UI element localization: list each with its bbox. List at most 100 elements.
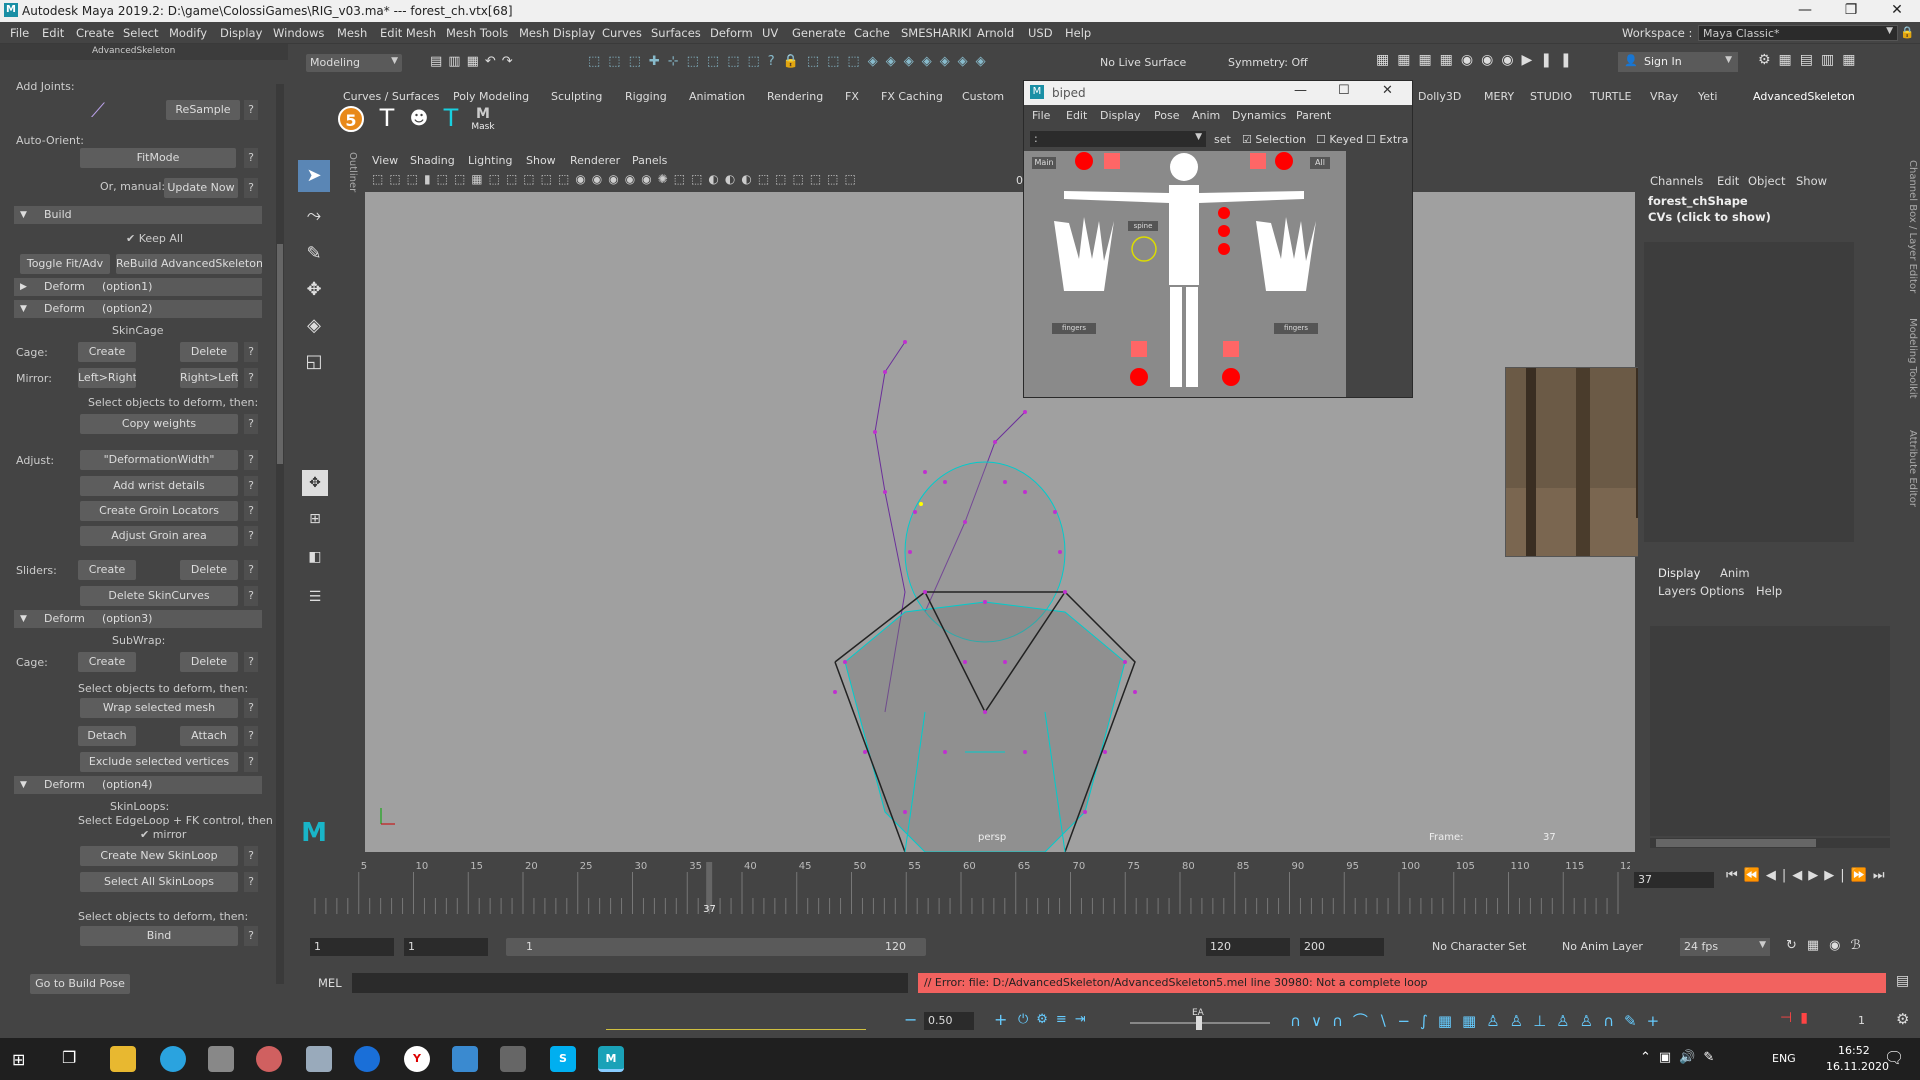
notification-icon[interactable]: 🗨 [1884, 1048, 1904, 1067]
channel-tab-channels[interactable]: Channels [1650, 174, 1703, 188]
shelf-tab-sculpting[interactable]: Sculpting [551, 90, 602, 103]
biped-menu-file[interactable]: File [1032, 109, 1050, 122]
minus-icon[interactable]: − [904, 1010, 917, 1029]
rotate-tool-icon[interactable]: ◈ [298, 310, 330, 342]
joint-tool-icon[interactable]: ⟋ [86, 98, 110, 122]
range-extra-icons[interactable]: ↻▦◉ℬ [1786, 938, 1916, 956]
update-now-button[interactable]: Update Now [164, 178, 238, 198]
subwrap-help-button[interactable]: ? [244, 652, 258, 672]
menu-windows[interactable]: Windows [273, 26, 324, 40]
viewport-menu-view[interactable]: View [372, 154, 398, 167]
biped-fingers-right-button[interactable]: fingers [1274, 323, 1318, 334]
layer-menu-layers[interactable]: Layers [1658, 584, 1696, 598]
mask-icon[interactable]: M Mask [470, 106, 496, 134]
menu-modify[interactable]: Modify [169, 26, 207, 40]
symmetry-field[interactable]: Symmetry: Off [1228, 54, 1338, 72]
side-tab-channel-box[interactable]: Channel Box / Layer Editor [1902, 160, 1918, 300]
adjust-groin-help-button[interactable]: ? [244, 526, 258, 546]
deformation-width-button[interactable]: "DeformationWidth" [80, 450, 238, 470]
right-left-button[interactable]: Right>Left [180, 368, 238, 388]
biped-fingers-left-button[interactable]: fingers [1052, 323, 1096, 334]
biped-keyed-checkbox[interactable]: ☐ Keyed [1316, 133, 1363, 146]
resample-help-button[interactable]: ? [244, 100, 258, 120]
ea-slider-thumb[interactable] [1196, 1016, 1202, 1030]
go-to-build-pose-button[interactable]: Go to Build Pose [30, 974, 130, 994]
menu-deform[interactable]: Deform [710, 26, 753, 40]
viewport-icon-bar[interactable]: ⬚⬚⬚▮⬚⬚▦⬚⬚⬚⬚⬚◉◉◉◉◉✺⬚⬚◐◐◐⬚⬚⬚⬚⬚⬚ [372, 172, 1012, 190]
menu-display[interactable]: Display [220, 26, 262, 40]
telegram-icon[interactable] [160, 1046, 186, 1072]
biped-ctrl-cross-1[interactable] [1104, 153, 1120, 169]
shelf-tab-curves-surfaces[interactable]: Curves / Surfaces [343, 90, 440, 103]
time-slider-ruler[interactable]: 5 10 15 20 25 30 35 40 45 50 55 60 65 70 75 80 85 90 95 100… [300, 858, 1630, 914]
playback-controls[interactable]: ⏮⏪◀|◀▶▶|⏩⏭ [1726, 868, 1916, 888]
maya-taskbar-icon[interactable]: M [598, 1046, 624, 1072]
media-icon[interactable] [500, 1046, 526, 1072]
time-slider[interactable]: 5 10 15 20 25 30 35 40 45 50 55 60 65 70 75 80 85 90 95 100… [300, 858, 1630, 914]
menu-edit-mesh[interactable]: Edit Mesh [380, 26, 436, 40]
menu-select[interactable]: Select [123, 26, 158, 40]
mirror-checkbox[interactable]: ✔ mirror [140, 828, 186, 841]
menu-help[interactable]: Help [1065, 26, 1091, 40]
create-skinloop-button[interactable]: Create New SkinLoop [80, 846, 238, 866]
menu-usd[interactable]: USD [1028, 26, 1053, 40]
wrap-selected-help-button[interactable]: ? [244, 698, 258, 718]
animation-start-field[interactable]: 1 [310, 938, 394, 956]
viewport-menu-shading[interactable]: Shading [410, 154, 455, 167]
side-tab-attribute-editor[interactable]: Attribute Editor [1902, 430, 1918, 530]
app-icon-5[interactable] [306, 1046, 332, 1072]
bind-button[interactable]: Bind [80, 926, 238, 946]
skeleton-cyan-icon[interactable]: T [438, 104, 464, 134]
script-editor-icon[interactable]: ▤ [1896, 973, 1914, 993]
biped-all-button[interactable]: All [1310, 157, 1330, 169]
windows-start-icon[interactable]: ⊞ [12, 1050, 30, 1069]
layer-scrollbar-thumb[interactable] [1656, 839, 1816, 847]
yandex-browser-icon[interactable]: Y [404, 1046, 430, 1072]
shelf-tab-rigging[interactable]: Rigging [625, 90, 667, 103]
exclude-vertices-button[interactable]: Exclude selected vertices [80, 752, 238, 772]
app-icon-8[interactable] [452, 1046, 478, 1072]
channel-tab-object[interactable]: Object [1748, 174, 1785, 188]
lock-icon[interactable]: 🔒 [1900, 25, 1914, 39]
value-field[interactable]: 0.50 [924, 1012, 974, 1030]
menu-edit[interactable]: Edit [42, 26, 64, 40]
detach-button[interactable]: Detach [78, 726, 136, 746]
left-right-button[interactable]: Left>Right [78, 368, 136, 388]
3d-viewport[interactable]: persp Frame: 37 [365, 192, 1635, 852]
outliner-icon[interactable]: ☰ [302, 584, 328, 610]
range-slider[interactable]: 1 120 [506, 938, 926, 956]
shelf-tab-fx[interactable]: FX [845, 90, 859, 103]
rebuild-button[interactable]: ReBuild AdvancedSkeleton [116, 254, 262, 274]
mirror-help-button[interactable]: ? [244, 368, 258, 388]
biped-head[interactable] [1170, 153, 1198, 181]
side-tab-modeling-toolkit[interactable]: Modeling Toolkit [1902, 318, 1918, 418]
adjust-groin-button[interactable]: Adjust Groin area [80, 526, 238, 546]
select-tool-icon[interactable]: ➤ [298, 160, 330, 192]
command-input[interactable] [352, 973, 908, 993]
select-all-skinloops-button[interactable]: Select All SkinLoops [80, 872, 238, 892]
biped-ctrl-red-5[interactable] [1218, 243, 1230, 255]
biped-menu-parent[interactable]: Parent [1296, 109, 1331, 122]
gear-icon[interactable]: ⚙ [1896, 1010, 1909, 1028]
biped-ctrl-red-4[interactable] [1218, 225, 1230, 237]
face-icon[interactable]: ☻ [408, 108, 430, 132]
menu-create[interactable]: Create [76, 26, 114, 40]
biped-ctrl-cross-4[interactable] [1223, 341, 1239, 357]
subwrap-create-button[interactable]: Create [78, 652, 136, 672]
menu-smeshariki[interactable]: SMESHARIKI [901, 26, 972, 40]
outliner-tab[interactable]: Outliner [342, 152, 358, 212]
current-frame-field[interactable]: 37 [1634, 872, 1714, 888]
keep-all-checkbox[interactable]: ✔ Keep All [126, 232, 183, 245]
shelf-tab-dolly3d[interactable]: Dolly3D [1418, 90, 1461, 103]
wrap-selected-button[interactable]: Wrap selected mesh [80, 698, 238, 718]
fitmode-button[interactable]: FitMode [80, 148, 236, 168]
viewport-menu-show[interactable]: Show [526, 154, 556, 167]
shelf-tab-advancedskeleton[interactable]: AdvancedSkeleton [1753, 90, 1855, 103]
workspace-dropdown[interactable]: Maya Classic* ▼ [1698, 25, 1898, 41]
menu-mesh-tools[interactable]: Mesh Tools [446, 26, 508, 40]
anim-layer-dropdown[interactable]: No Anim Layer [1540, 938, 1650, 956]
restore-icon[interactable]: ❐ [1828, 0, 1874, 22]
biped-ctrl-red-3[interactable] [1218, 207, 1230, 219]
create-groin-button[interactable]: Create Groin Locators [80, 501, 238, 521]
shelf-tab-mery[interactable]: MERY [1484, 90, 1514, 103]
